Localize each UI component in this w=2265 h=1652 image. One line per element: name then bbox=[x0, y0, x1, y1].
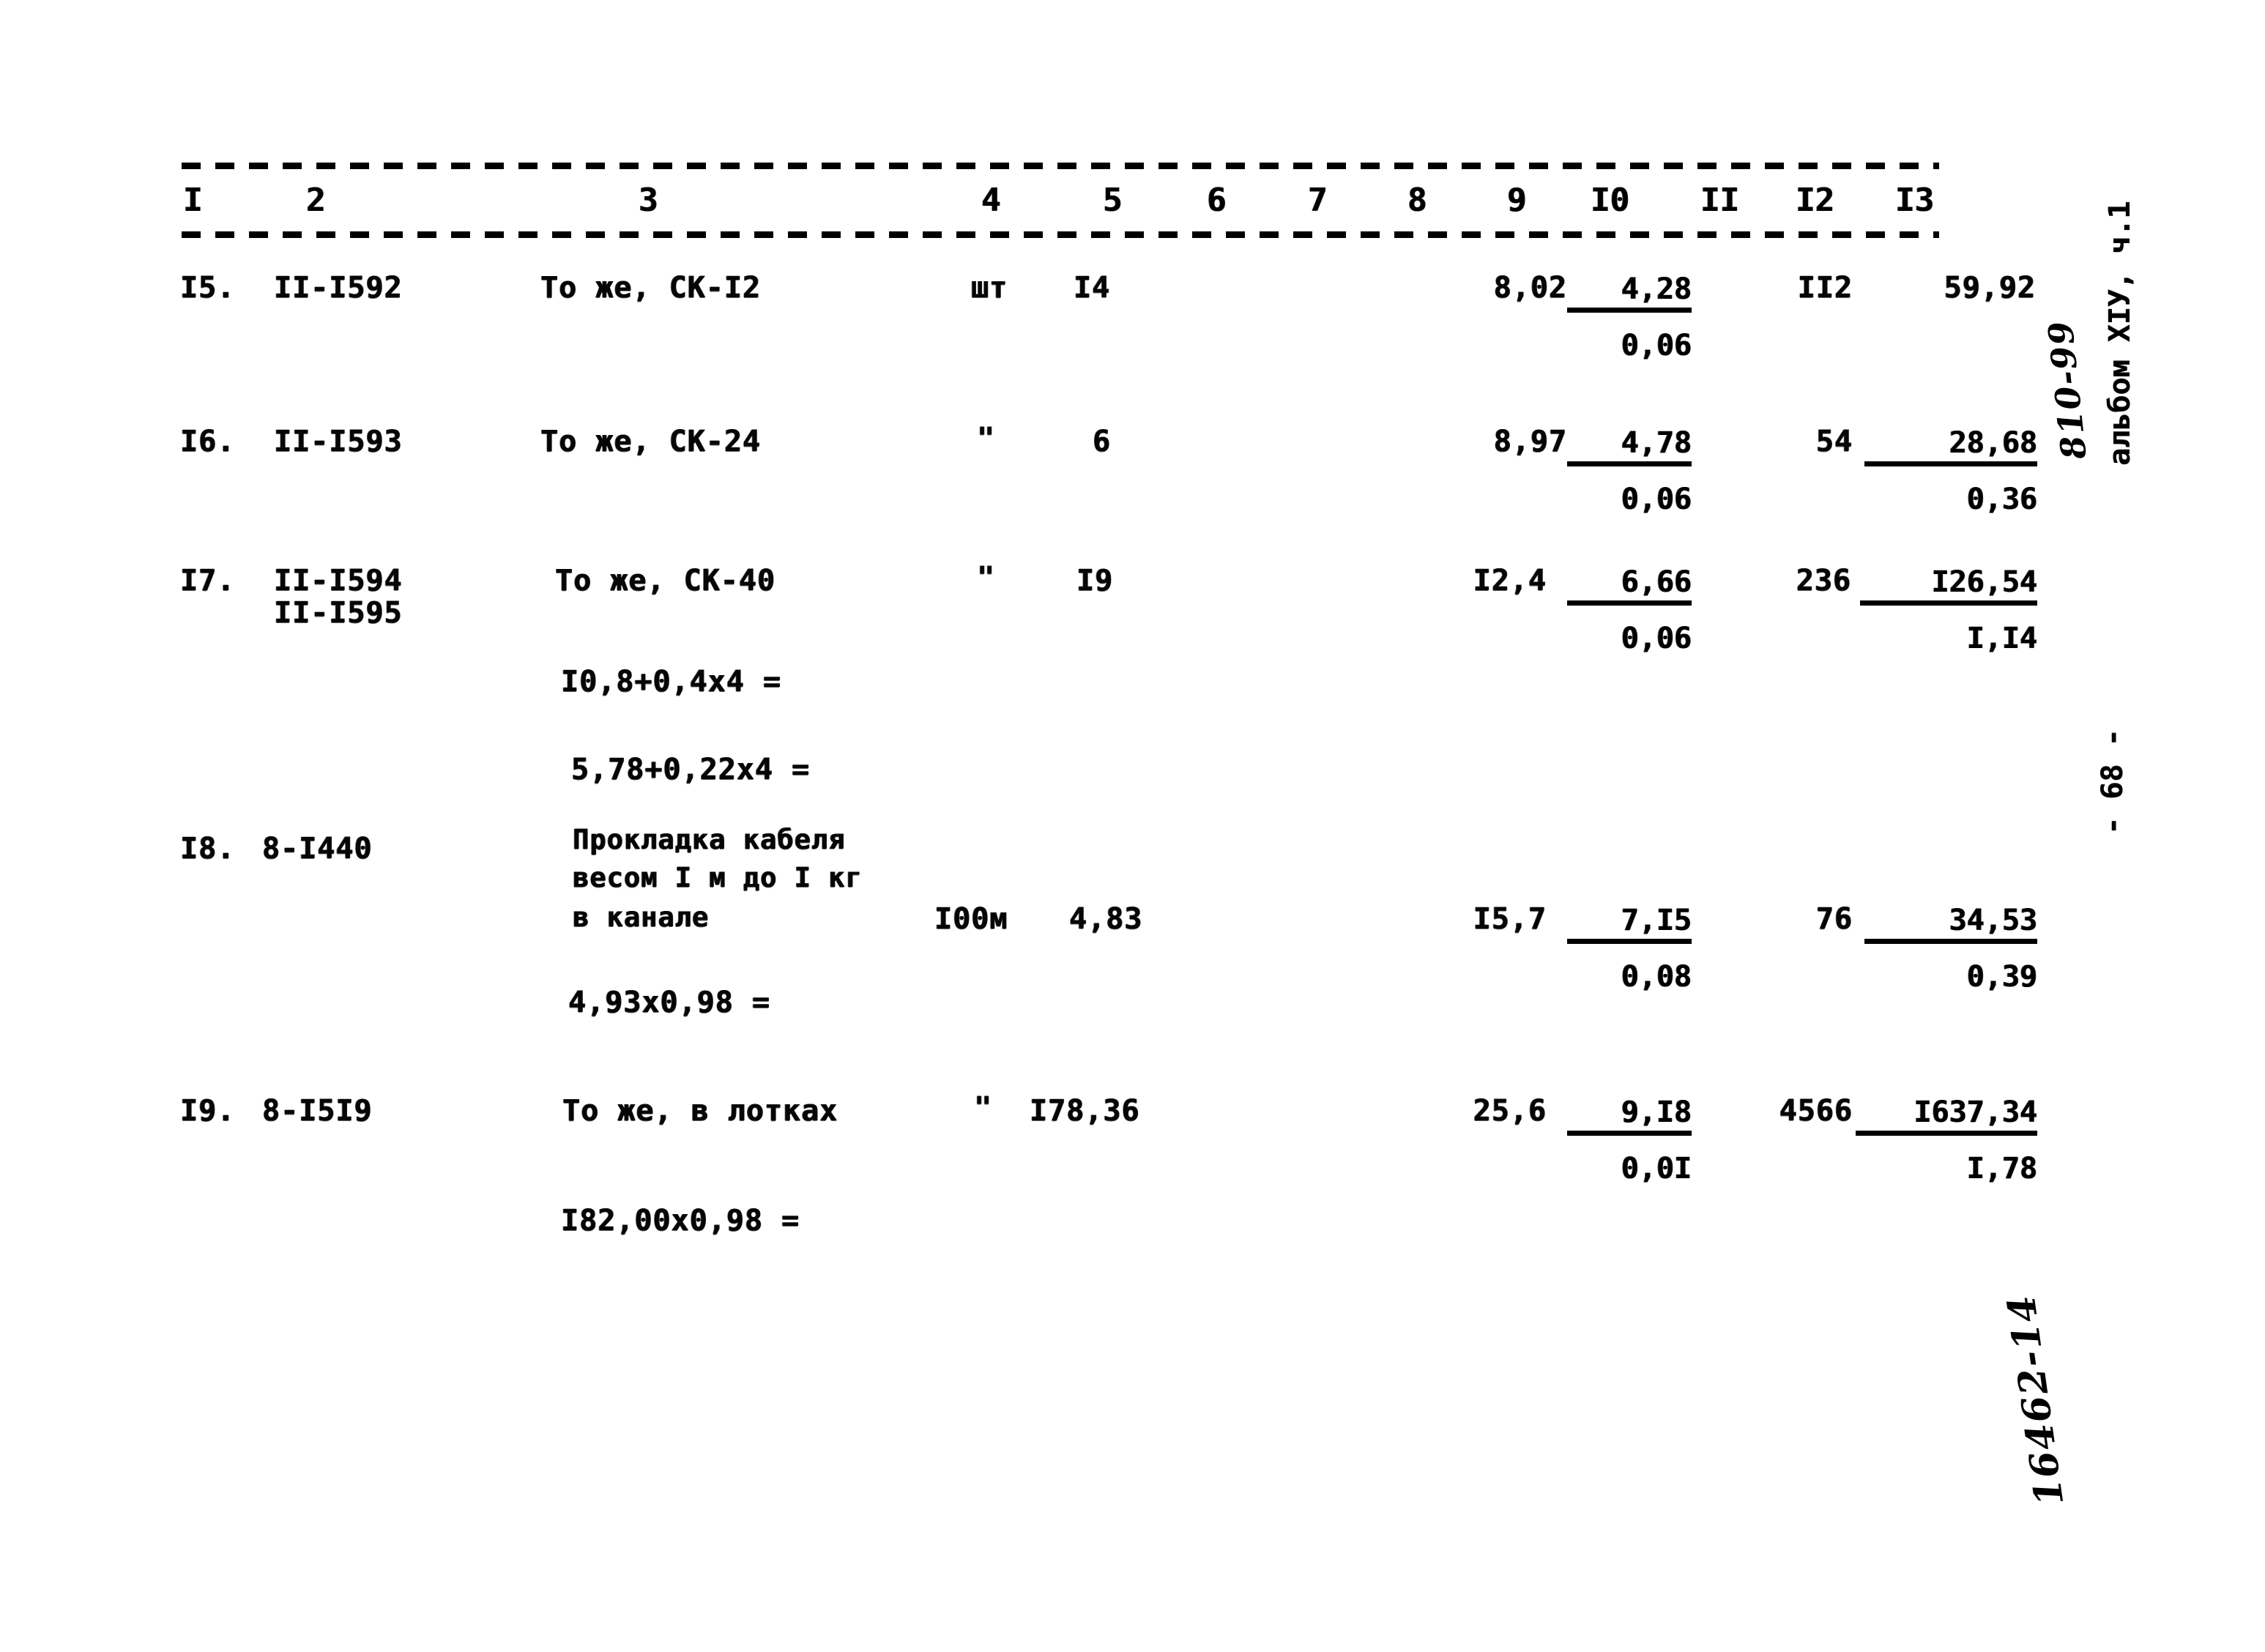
column-header-7: 7 bbox=[1308, 182, 1328, 219]
table-row-17-code: II-I594 bbox=[274, 564, 403, 598]
table-row-16-col13-denominator: 0,36 bbox=[1966, 483, 2037, 516]
calculation-line-4: I82,00x0,98 = bbox=[561, 1204, 800, 1238]
table-row-18-code: 8-I440 bbox=[262, 832, 373, 866]
margin-stamp-album: альбом XIУ, ч.1 bbox=[2103, 201, 2137, 466]
table-row-15-code: II-I592 bbox=[274, 271, 403, 305]
table-row-15-unit: шт bbox=[971, 271, 1008, 305]
table-row-17-col12: 236 bbox=[1796, 564, 1851, 598]
table-row-17-col8: I2,4 bbox=[1473, 564, 1547, 598]
table-row-16-unit: " bbox=[977, 422, 996, 455]
table-row-16-col13-numerator: 28,68 bbox=[1864, 426, 2037, 466]
table-row-16-code: II-I593 bbox=[274, 425, 403, 458]
table-row-19-code: 8-I5I9 bbox=[262, 1094, 373, 1128]
calculation-line-2: 5,78+0,22x4 = bbox=[571, 753, 811, 786]
table-row-17-col13-fraction: I26,54 I,I4 bbox=[1860, 565, 2037, 655]
table-row-17-col9-fraction: 6,66 0,06 bbox=[1567, 565, 1692, 655]
table-row-16-description: То же, СК-24 bbox=[540, 425, 761, 458]
table-row-18-col13-numerator: 34,53 bbox=[1864, 904, 2037, 944]
column-header-10: I0 bbox=[1591, 182, 1629, 219]
table-row-17-col9-denominator: 0,06 bbox=[1621, 622, 1692, 655]
table-row-19-quantity: I78,36 bbox=[1030, 1094, 1140, 1128]
column-header-2: 2 bbox=[306, 182, 326, 219]
table-row-15-quantity: I4 bbox=[1074, 271, 1111, 305]
header-top-dashed-rule bbox=[182, 163, 1939, 169]
table-row-18-description-line-1: Прокладка кабеля bbox=[573, 824, 846, 855]
table-row-18-col12: 76 bbox=[1815, 902, 1853, 936]
column-header-12: I2 bbox=[1796, 182, 1834, 219]
table-row-19-col9-fraction: 9,I8 0,0I bbox=[1567, 1095, 1692, 1186]
column-header-13: I3 bbox=[1895, 182, 1934, 219]
table-row-15-col9-denominator: 0,06 bbox=[1621, 329, 1692, 362]
table-row-16-col12: 54 bbox=[1815, 425, 1853, 458]
table-row-17-col13-denominator: I,I4 bbox=[1966, 622, 2037, 655]
column-header-1: I bbox=[183, 182, 203, 219]
table-row-19-col8: 25,6 bbox=[1473, 1094, 1547, 1128]
header-bottom-dashed-rule bbox=[182, 231, 1939, 238]
table-row-17-description: То же, СК-40 bbox=[555, 564, 776, 598]
table-row-18-unit: I00м bbox=[934, 902, 1008, 936]
table-row-15-number: I5. bbox=[180, 271, 236, 305]
table-row-19-col9-denominator: 0,0I bbox=[1621, 1152, 1692, 1186]
column-header-6: 6 bbox=[1207, 182, 1227, 219]
table-row-18-col13-fraction: 34,53 0,39 bbox=[1864, 904, 2037, 994]
column-header-11: II bbox=[1700, 182, 1739, 219]
table-row-18-number: I8. bbox=[180, 832, 236, 866]
calculation-line-1: I0,8+0,4x4 = bbox=[561, 665, 781, 699]
table-row-16-col8: 8,97 bbox=[1493, 425, 1567, 458]
table-row-16-col9-fraction: 4,78 0,06 bbox=[1567, 426, 1692, 516]
table-row-19-col13-denominator: I,78 bbox=[1966, 1152, 2037, 1186]
table-row-15-col13: 59,92 bbox=[1944, 271, 2036, 305]
column-header-5: 5 bbox=[1103, 182, 1123, 219]
page-number: - 68 - bbox=[2096, 729, 2130, 836]
table-row-16-quantity: 6 bbox=[1093, 425, 1112, 458]
column-header-4: 4 bbox=[981, 182, 1001, 219]
table-row-18-col9-numerator: 7,I5 bbox=[1567, 904, 1692, 944]
table-row-15-col12: II2 bbox=[1797, 271, 1853, 305]
scanned-page: I 2 3 4 5 6 7 8 9 I0 II I2 I3 I5. II-I59… bbox=[0, 0, 2265, 1652]
table-row-19-col13-numerator: I637,34 bbox=[1856, 1095, 2037, 1136]
table-row-17-col9-numerator: 6,66 bbox=[1567, 565, 1692, 606]
table-row-19-col13-fraction: I637,34 I,78 bbox=[1856, 1095, 2037, 1186]
table-row-17-code-second: II-I595 bbox=[274, 596, 403, 630]
table-row-18-description-line-2: весом I м до I кг bbox=[573, 862, 863, 893]
table-row-19-number: I9. bbox=[180, 1094, 236, 1128]
column-header-9: 9 bbox=[1507, 182, 1527, 219]
table-row-17-unit: " bbox=[977, 561, 996, 595]
table-row-16-col9-numerator: 4,78 bbox=[1567, 426, 1692, 466]
margin-stamp-handwritten-code: 810-99 bbox=[2040, 318, 2094, 461]
table-row-18-col13-denominator: 0,39 bbox=[1966, 960, 2037, 994]
table-row-18-description-line-3: в канале bbox=[573, 901, 710, 933]
table-row-19-col12: 4566 bbox=[1779, 1094, 1853, 1128]
table-row-16-col9-denominator: 0,06 bbox=[1621, 483, 1692, 516]
table-row-15-col8: 8,02 bbox=[1493, 271, 1567, 305]
table-row-17-number: I7. bbox=[180, 564, 236, 598]
table-row-19-description: То же, в лотках bbox=[562, 1094, 838, 1128]
table-row-15-col9-fraction: 4,28 0,06 bbox=[1567, 272, 1692, 362]
bottom-handwritten-code: 16462-14 bbox=[1998, 1291, 2073, 1508]
table-row-18-quantity: 4,83 bbox=[1069, 902, 1143, 936]
table-row-15-description: То же, СК-I2 bbox=[540, 271, 761, 305]
table-row-18-col8: I5,7 bbox=[1473, 902, 1547, 936]
table-row-15-col9-numerator: 4,28 bbox=[1567, 272, 1692, 313]
column-header-8: 8 bbox=[1407, 182, 1427, 219]
table-row-17-col13-numerator: I26,54 bbox=[1860, 565, 2037, 606]
table-row-16-number: I6. bbox=[180, 425, 236, 458]
column-header-3: 3 bbox=[639, 182, 658, 219]
table-row-17-quantity: I9 bbox=[1076, 564, 1114, 598]
calculation-line-3: 4,93x0,98 = bbox=[568, 986, 770, 1019]
table-row-16-col13-fraction: 28,68 0,36 bbox=[1864, 426, 2037, 516]
table-row-19-unit: " bbox=[974, 1091, 993, 1125]
table-row-18-col9-denominator: 0,08 bbox=[1621, 960, 1692, 994]
table-row-19-col9-numerator: 9,I8 bbox=[1567, 1095, 1692, 1136]
table-row-18-col9-fraction: 7,I5 0,08 bbox=[1567, 904, 1692, 994]
